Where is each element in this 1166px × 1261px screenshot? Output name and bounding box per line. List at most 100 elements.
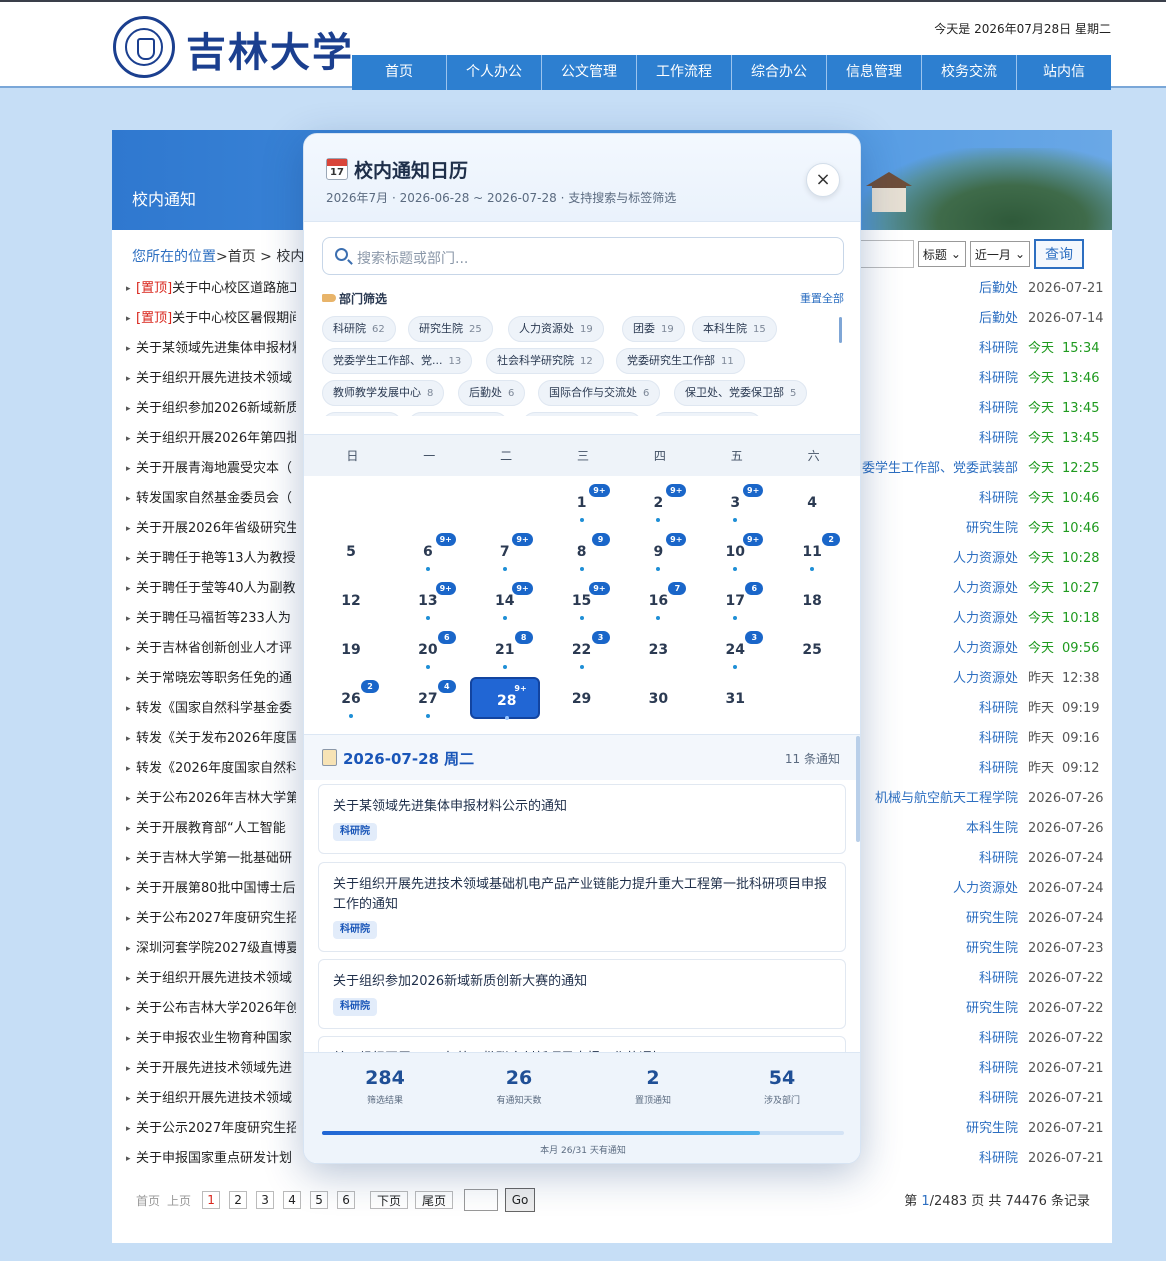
calendar-day[interactable]: 17 6 <box>700 579 770 621</box>
calendar-day[interactable]: 3 9+ <box>700 481 770 523</box>
notice-dept[interactable]: 人力资源处 <box>953 544 1018 574</box>
notice-title[interactable]: 关于开展青海地震受灾本（ <box>136 454 296 484</box>
nav-item[interactable]: 综合办公 <box>732 55 827 90</box>
day-list-scrollbar[interactable] <box>856 736 860 842</box>
calendar-day[interactable]: 19 <box>316 628 386 670</box>
notice-title[interactable]: 关于开展教育部“人工智能 <box>136 814 296 844</box>
calendar-day[interactable]: 18 <box>777 579 847 621</box>
notice-dept[interactable]: 科研院 <box>979 844 1018 874</box>
prev-page-link[interactable]: 上页 <box>167 1192 191 1209</box>
nav-item[interactable]: 首页 <box>352 55 447 90</box>
calendar-day[interactable]: 24 3 <box>700 628 770 670</box>
notice-title[interactable]: 关于开展第80批中国博士后 <box>136 874 296 904</box>
notice-dept[interactable]: 后勤处 <box>979 304 1018 334</box>
day-notice-card[interactable]: 关于组织开展先进技术领域基础机电产品产业链能力提升重大工程第一批科研项目申报工作… <box>318 862 846 952</box>
query-button[interactable]: 查询 <box>1034 239 1084 269</box>
calendar-day[interactable]: 1 9+ <box>547 481 617 523</box>
notice-title[interactable]: 关于公布2026年吉林大学第 <box>136 784 296 814</box>
notice-dept[interactable]: 科研院 <box>979 334 1018 364</box>
close-button[interactable]: × <box>806 163 840 197</box>
notice-dept[interactable]: 后勤处 <box>979 274 1018 304</box>
day-notice-card[interactable]: 关于组织开展2026年第四批联合创新项目申报工作的通知科研院 <box>318 1036 846 1052</box>
notice-dept[interactable]: 科研院 <box>979 394 1018 424</box>
notice-title[interactable]: 深圳河套学院2027级直博夏 <box>136 934 296 964</box>
calendar-day[interactable]: 4 <box>777 481 847 523</box>
notice-title[interactable]: [置顶]关于中心校区道路施工 <box>136 274 296 304</box>
calendar-day[interactable]: 12 <box>316 579 386 621</box>
dept-filter-tag[interactable]: 人力资源处 19 <box>508 316 604 342</box>
notice-title[interactable]: [置顶]关于中心校区暑假期间 <box>136 304 296 334</box>
notice-title[interactable]: 关于聘任马福哲等233人为 <box>136 604 296 634</box>
dept-filter-tag-hidden[interactable] <box>652 412 762 416</box>
range-select[interactable]: 近一月 ⌄ <box>969 241 1030 267</box>
calendar-day[interactable]: 26 2 <box>316 677 386 719</box>
dept-filter-tag[interactable]: 本科生院 15 <box>692 316 777 342</box>
notice-dept[interactable]: 科研院 <box>979 1024 1018 1054</box>
notice-dept[interactable]: 人力资源处 <box>953 574 1018 604</box>
calendar-day[interactable]: 5 <box>316 530 386 572</box>
notice-title[interactable]: 关于申报农业生物育种国家 <box>136 1024 296 1054</box>
reset-all-button[interactable]: 重置全部 <box>800 290 844 306</box>
notice-title[interactable]: 关于聘任于艳等13人为教授 <box>136 544 296 574</box>
modal-search-input[interactable]: 搜索标题或部门... <box>322 237 844 275</box>
notice-title[interactable]: 关于吉林大学第一批基础研 <box>136 844 296 874</box>
page-number-button[interactable]: 5 <box>310 1191 329 1209</box>
calendar-day[interactable]: 29 <box>547 677 617 719</box>
notice-dept[interactable]: 科研院 <box>979 964 1018 994</box>
page-number-button[interactable]: 6 <box>337 1191 356 1209</box>
calendar-day[interactable]: 2 9+ <box>623 481 693 523</box>
nav-item[interactable]: 个人办公 <box>447 55 542 90</box>
calendar-day[interactable]: 27 4 <box>393 677 463 719</box>
page-number-button[interactable]: 1 <box>202 1191 221 1209</box>
dept-filter-tag[interactable]: 科研院 62 <box>322 316 396 342</box>
calendar-day[interactable]: 21 8 <box>470 628 540 670</box>
notice-title[interactable]: 关于开展先进技术领域先进 <box>136 1054 296 1084</box>
notice-title[interactable]: 关于申报国家重点研发计划 <box>136 1144 296 1174</box>
notice-dept[interactable]: 机械与航空航天工程学院 <box>875 784 1018 814</box>
notice-dept[interactable]: 委学生工作部、党委武装部 <box>862 454 1018 484</box>
nav-item[interactable]: 工作流程 <box>637 55 732 90</box>
keyword-input[interactable] <box>853 240 914 268</box>
notice-title[interactable]: 关于常晓宏等职务任免的通 <box>136 664 296 694</box>
calendar-day[interactable]: 28 9+ <box>469 677 540 720</box>
notice-title[interactable]: 关于吉林省创新创业人才评 <box>136 634 296 664</box>
calendar-day[interactable]: 9 9+ <box>623 530 693 572</box>
dept-filter-tag[interactable]: 研究生院 25 <box>408 316 493 342</box>
notice-dept[interactable]: 研究生院 <box>966 934 1018 964</box>
dept-filter-tag[interactable]: 国际合作与交流处 6 <box>538 380 661 406</box>
notice-dept[interactable]: 人力资源处 <box>953 604 1018 634</box>
notice-title[interactable]: 关于公示2027年度研究生招 <box>136 1114 296 1144</box>
calendar-day[interactable]: 6 9+ <box>393 530 463 572</box>
notice-title[interactable]: 关于公布2027年度研究生招 <box>136 904 296 934</box>
notice-dept[interactable]: 科研院 <box>979 1054 1018 1084</box>
notice-dept[interactable]: 研究生院 <box>966 1114 1018 1144</box>
calendar-day[interactable]: 20 6 <box>393 628 463 670</box>
dept-filter-tag[interactable]: 团委 19 <box>622 316 685 342</box>
notice-dept[interactable]: 科研院 <box>979 484 1018 514</box>
dept-filter-tag[interactable]: 党委学生工作部、党... 13 <box>322 348 473 374</box>
calendar-day[interactable]: 22 3 <box>547 628 617 670</box>
page-number-input[interactable] <box>464 1189 499 1211</box>
calendar-day[interactable]: 23 <box>623 628 693 670</box>
page-number-button[interactable]: 3 <box>256 1191 275 1209</box>
notice-dept[interactable]: 研究生院 <box>966 994 1018 1024</box>
calendar-day[interactable]: 13 9+ <box>393 579 463 621</box>
notice-dept[interactable]: 科研院 <box>979 724 1018 754</box>
dept-filter-tag[interactable]: 后勤处 6 <box>458 380 526 406</box>
notice-dept[interactable]: 科研院 <box>979 754 1018 784</box>
notice-dept[interactable]: 研究生院 <box>966 904 1018 934</box>
page-number-button[interactable]: 2 <box>229 1191 248 1209</box>
calendar-day[interactable]: 16 7 <box>623 579 693 621</box>
dept-filter-tag-hidden[interactable] <box>322 412 402 416</box>
notice-title[interactable]: 关于某领域先进集体申报材料 <box>136 334 296 364</box>
notice-dept[interactable]: 科研院 <box>979 694 1018 724</box>
dept-filter-tag-hidden[interactable] <box>408 412 508 416</box>
day-notice-card[interactable]: 关于组织参加2026新域新质创新大赛的通知 科研院 <box>318 959 846 1029</box>
dept-filter-tag-hidden[interactable] <box>522 412 642 416</box>
dept-filter-tag[interactable]: 教师教学发展中心 8 <box>322 380 445 406</box>
dept-filter-tag[interactable]: 党委研究生工作部 11 <box>616 348 745 374</box>
dept-filter-tag[interactable]: 保卫处、党委保卫部 5 <box>674 380 808 406</box>
notice-dept[interactable]: 人力资源处 <box>953 874 1018 904</box>
notice-title[interactable]: 关于组织参加2026新域新质 <box>136 394 296 424</box>
day-notice-card[interactable]: 关于某领域先进集体申报材料公示的通知 科研院 <box>318 784 846 854</box>
